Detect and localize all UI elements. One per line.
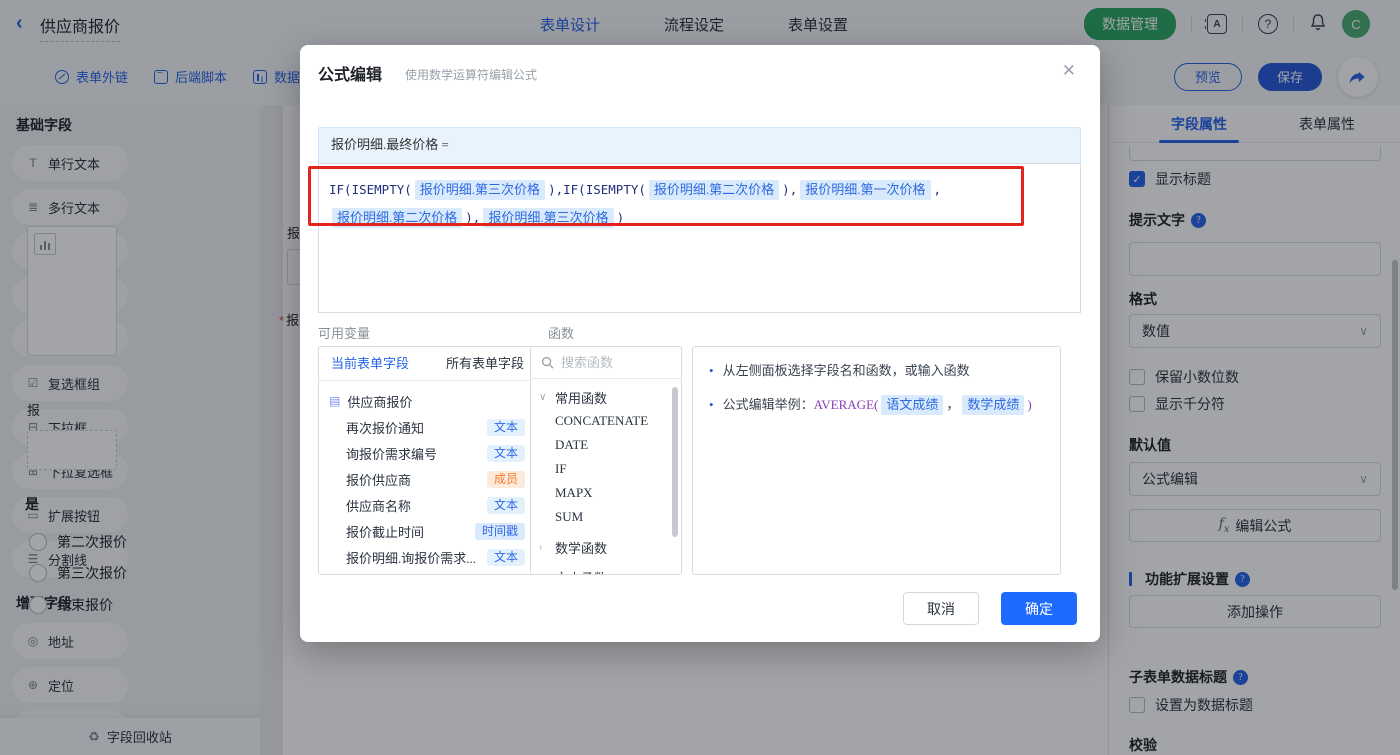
help-line-2: • 公式编辑举例：AVERAGE(语文成绩，数学成绩) bbox=[709, 394, 1044, 415]
variable-row[interactable]: 报价截止时间 时间戳 bbox=[319, 518, 539, 544]
variable-row[interactable]: 再次报价通知 文本 bbox=[319, 414, 539, 440]
cancel-button[interactable]: 取消 bbox=[903, 592, 979, 625]
functions-label: 函数 bbox=[548, 326, 575, 341]
group-label: 常用函数 bbox=[555, 390, 608, 406]
form-file-icon: ▤ bbox=[329, 393, 341, 408]
variable-name: 询报价需求编号 bbox=[346, 446, 438, 462]
function-item[interactable]: IF bbox=[531, 457, 681, 481]
type-badge: 文本 bbox=[486, 418, 525, 436]
group-label: 文本函数 bbox=[555, 568, 607, 575]
variable-row[interactable]: 供应商名称 文本 bbox=[319, 492, 539, 518]
help-example: 公式编辑举例：AVERAGE(语文成绩，数学成绩) bbox=[723, 394, 1032, 415]
type-badge: 文本 bbox=[486, 444, 525, 462]
tree-root-label: 供应商报价 bbox=[347, 394, 413, 410]
variable-name: 报价明细.询报价需求... bbox=[346, 550, 477, 566]
function-group-text[interactable]: › 文本函数 bbox=[531, 565, 681, 575]
function-item[interactable]: MAPX bbox=[531, 481, 681, 505]
tab-current-form-fields[interactable]: 当前表单字段 bbox=[331, 347, 409, 381]
group-label: 数学函数 bbox=[555, 540, 608, 556]
help-line-1: • 从左侧面板选择字段名和函数，或输入函数 bbox=[709, 360, 1044, 381]
functions-panel: ∨ 常用函数 CONCATENATE DATE IF MAPX SUM › 数学… bbox=[530, 346, 682, 575]
field-token-chip: 报价明细.第二次价格 bbox=[332, 208, 463, 228]
separator: ， bbox=[946, 397, 960, 412]
variable-name: 报价截止时间 bbox=[346, 524, 425, 540]
field-token-chip: 报价明细.第三次价格 bbox=[483, 208, 614, 228]
confirm-button[interactable]: 确定 bbox=[1001, 592, 1077, 625]
function-group-math[interactable]: › 数学函数 bbox=[531, 535, 681, 559]
function-item[interactable]: SUM bbox=[531, 505, 681, 529]
field-token-chip: 报价明细.第一次价格 bbox=[800, 180, 931, 200]
field-token-chip: 语文成绩 bbox=[881, 395, 944, 415]
formula-target-bar: 报价明细.最终价格 = bbox=[318, 127, 1081, 163]
modal-title: 公式编辑 bbox=[318, 67, 383, 84]
variable-name: 供应商名称 bbox=[346, 498, 412, 514]
type-badge: 文本 bbox=[486, 548, 525, 566]
chevron-right-icon: › bbox=[539, 541, 543, 553]
function-name-token: AVERAGE( bbox=[813, 397, 879, 412]
bullet-icon: • bbox=[709, 363, 714, 378]
formula-keyword: ), bbox=[465, 210, 481, 225]
formula-keyword: ) bbox=[616, 210, 625, 225]
close-icon[interactable]: ✕ bbox=[1062, 61, 1076, 81]
variable-row[interactable]: 报价供应商 成员 bbox=[319, 466, 539, 492]
type-badge: 时间戳 bbox=[474, 522, 525, 540]
search-function-input[interactable] bbox=[561, 354, 661, 371]
field-token-chip: 报价明细.第三次价格 bbox=[414, 180, 546, 200]
variables-panel: 当前表单字段 所有表单字段 ▤ 供应商报价 再次报价通知 文本 询报价需求编号 文本… bbox=[318, 346, 540, 575]
formula-keyword: ),IF(ISEMPTY( bbox=[548, 182, 646, 197]
help-text: 公式编辑举例： bbox=[722, 397, 814, 412]
search-icon bbox=[541, 356, 554, 369]
function-search bbox=[531, 347, 681, 379]
chevron-down-icon: ∨ bbox=[539, 391, 547, 403]
bullet-icon: • bbox=[709, 397, 714, 412]
formula-editor[interactable]: IF(ISEMPTY(报价明细.第三次价格),IF(ISEMPTY(报价明细.第… bbox=[318, 163, 1081, 313]
field-token-chip: 数学成绩 bbox=[962, 395, 1025, 415]
functions-scrollbar[interactable] bbox=[672, 387, 678, 537]
variable-name: 报价供应商 bbox=[346, 472, 412, 488]
formula-help-panel: • 从左侧面板选择字段名和函数，或输入函数 • 公式编辑举例：AVERAGE(语… bbox=[692, 346, 1061, 575]
type-badge: 成员 bbox=[486, 470, 525, 488]
type-badge: 文本 bbox=[486, 496, 525, 514]
formula-keyword: ), bbox=[782, 182, 798, 197]
function-group-common[interactable]: ∨ 常用函数 bbox=[531, 385, 681, 409]
modal-subtitle: 使用数学运算符编辑公式 bbox=[405, 68, 538, 82]
form-tree-root[interactable]: ▤ 供应商报价 bbox=[319, 388, 539, 414]
help-text: 从左侧面板选择字段名和函数，或输入函数 bbox=[722, 363, 970, 378]
formula-keyword: IF(ISEMPTY( bbox=[329, 182, 412, 197]
chevron-right-icon: › bbox=[539, 572, 549, 575]
close-paren-token: ) bbox=[1027, 397, 1032, 412]
variables-tabs: 当前表单字段 所有表单字段 bbox=[319, 347, 539, 381]
variable-name: 再次报价通知 bbox=[346, 420, 425, 436]
tab-all-form-fields[interactable]: 所有表单字段 bbox=[446, 347, 524, 381]
function-item[interactable]: DATE bbox=[531, 433, 681, 457]
field-token-chip: 报价明细.第二次价格 bbox=[648, 180, 780, 200]
variable-row[interactable]: 询报价需求编号 文本 bbox=[319, 440, 539, 466]
variables-label: 可用变量 bbox=[318, 326, 371, 341]
formula-keyword: , bbox=[933, 182, 942, 197]
variable-row[interactable]: 报价明细.询报价需求... 文本 bbox=[319, 544, 539, 570]
formula-edit-modal: 公式编辑 使用数学运算符编辑公式 ✕ 报价明细.最终价格 = IF(ISEMPT… bbox=[300, 45, 1100, 642]
function-item[interactable]: CONCATENATE bbox=[531, 409, 681, 433]
